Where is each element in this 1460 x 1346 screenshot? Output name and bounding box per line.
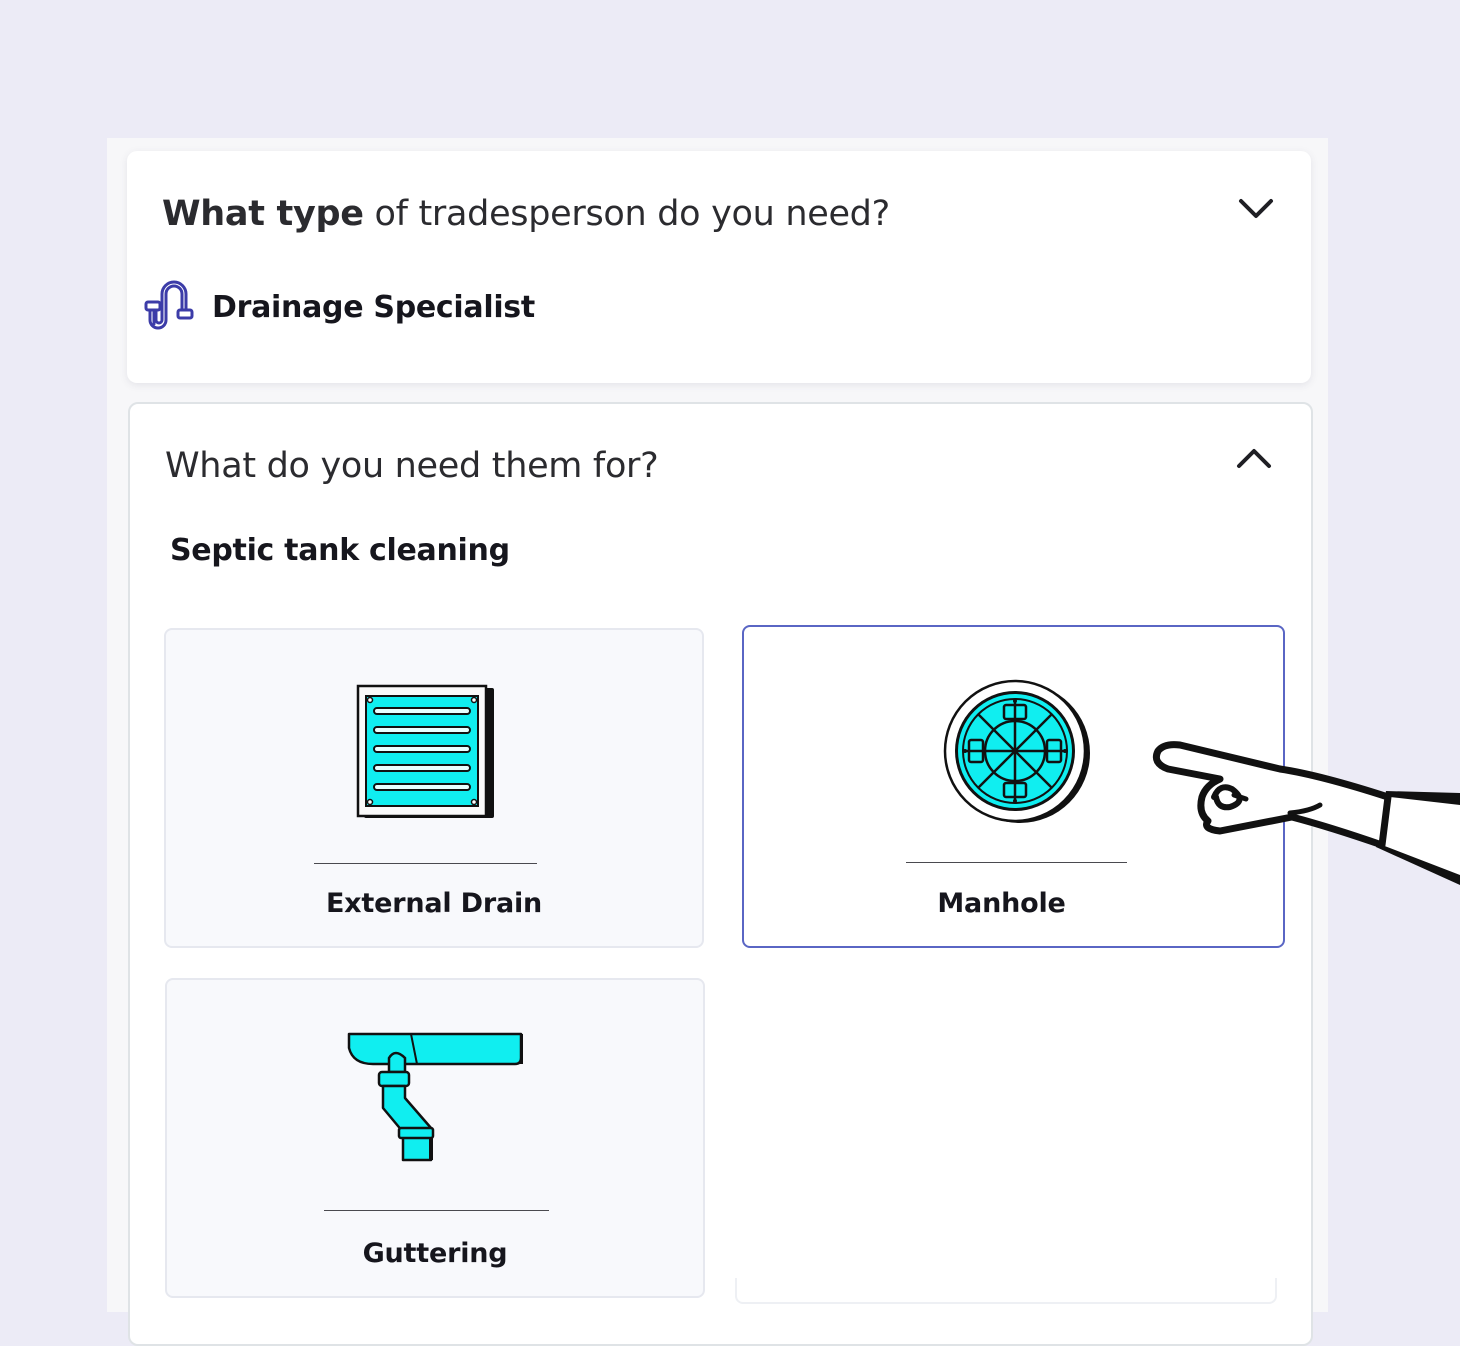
trade-type-card[interactable] <box>127 151 1311 383</box>
option-label: Guttering <box>362 1238 508 1269</box>
question-emphasis: What type <box>162 194 364 234</box>
pointing-hand-icon <box>1152 741 1460 885</box>
option-label: External Drain <box>325 888 543 919</box>
option-guttering[interactable]: Guttering <box>165 978 705 1298</box>
empty-option-slot <box>735 1278 1277 1304</box>
chevron-down-icon[interactable] <box>1236 195 1276 225</box>
selected-trade-label: Drainage Specialist <box>212 289 535 325</box>
option-divider <box>314 863 537 864</box>
option-external-drain[interactable]: External Drain <box>164 628 704 948</box>
job-type-question: What do you need them for? <box>165 446 659 486</box>
drain-grate-icon <box>356 684 494 818</box>
option-divider <box>324 1210 549 1211</box>
gutter-downpipe-icon <box>347 1032 523 1162</box>
manhole-cover-icon <box>943 679 1090 823</box>
chevron-up-icon[interactable] <box>1234 442 1274 472</box>
question-rest: of tradesperson do you need? <box>363 194 891 234</box>
selected-job-label: Septic tank cleaning <box>170 533 510 568</box>
selected-trade: Drainage Specialist <box>144 280 535 334</box>
option-divider <box>906 862 1127 863</box>
pipe-trap-icon <box>144 280 194 330</box>
trade-type-question: What type of tradesperson do you need? <box>162 194 890 234</box>
